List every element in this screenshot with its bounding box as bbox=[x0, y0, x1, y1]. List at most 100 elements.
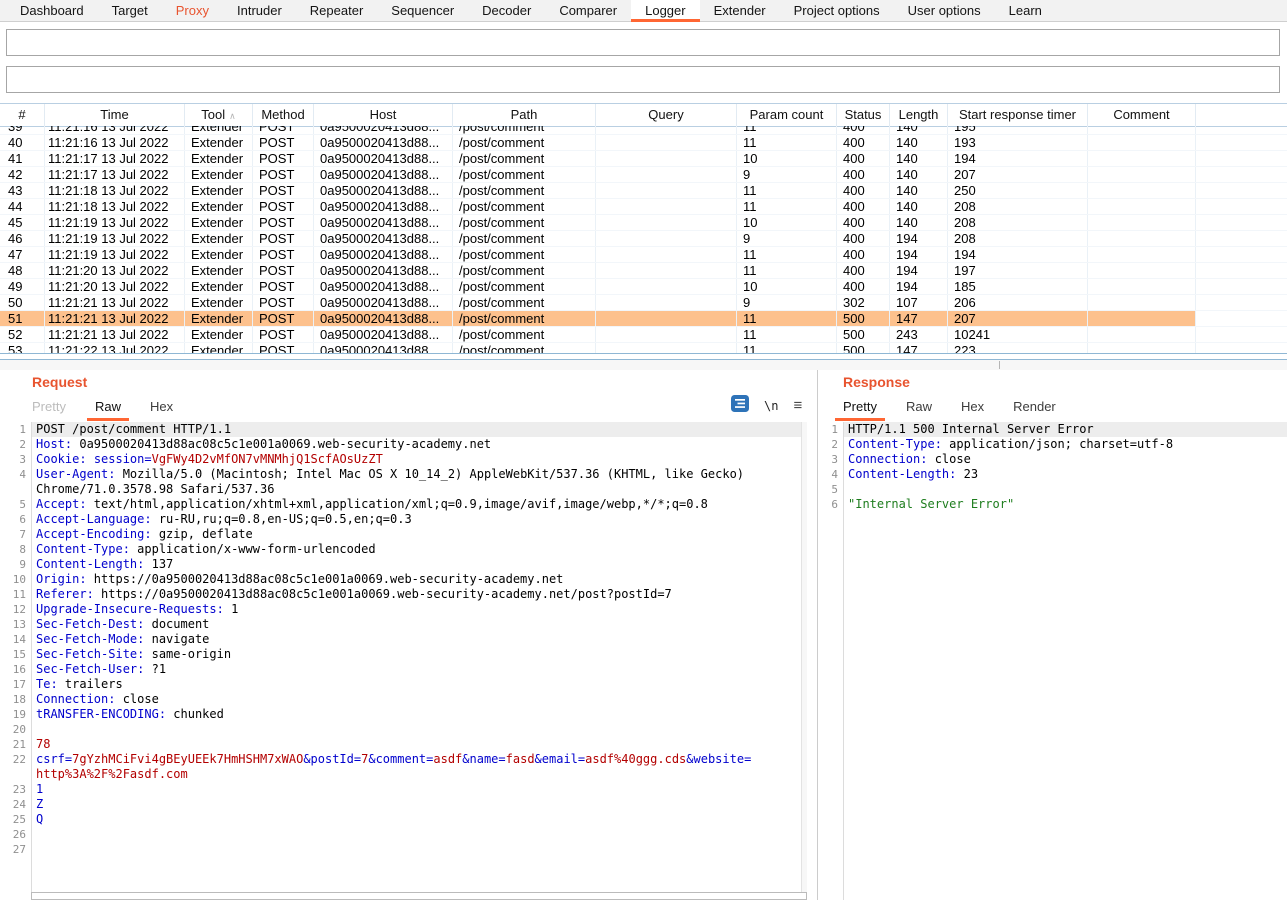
column-header-num[interactable]: # bbox=[0, 104, 45, 126]
column-header-status[interactable]: Status bbox=[837, 104, 890, 126]
cell-length: 147 bbox=[890, 311, 948, 326]
line-number: 19 bbox=[2, 707, 31, 722]
column-header-tool[interactable]: Tool∧ bbox=[185, 104, 253, 126]
line-number: 10 bbox=[2, 572, 31, 587]
table-row[interactable]: 4111:21:17 13 Jul 2022ExtenderPOST0a9500… bbox=[0, 151, 1287, 167]
menu-icon[interactable]: ≡ bbox=[793, 399, 802, 413]
line-number: 13 bbox=[2, 617, 31, 632]
response-editor[interactable]: 1HTTP/1.1 500 Internal Server Error2Cont… bbox=[814, 422, 1287, 512]
request-editor[interactable]: 1POST /post/comment HTTP/1.12Host: 0a950… bbox=[2, 422, 806, 857]
menu-tab-repeater[interactable]: Repeater bbox=[296, 0, 377, 21]
column-header-query[interactable]: Query bbox=[596, 104, 737, 126]
table-row[interactable]: 4011:21:16 13 Jul 2022ExtenderPOST0a9500… bbox=[0, 135, 1287, 151]
column-header-comment[interactable]: Comment bbox=[1088, 104, 1196, 126]
table-row[interactable]: 5211:21:21 13 Jul 2022ExtenderPOST0a9500… bbox=[0, 327, 1287, 343]
menu-tab-decoder[interactable]: Decoder bbox=[468, 0, 545, 21]
cell-num: 48 bbox=[0, 263, 45, 278]
menu-tab-sequencer[interactable]: Sequencer bbox=[377, 0, 468, 21]
request-hscrollbar[interactable] bbox=[31, 892, 807, 900]
cell-method: POST bbox=[253, 295, 314, 310]
request-tab-hex[interactable]: Hex bbox=[150, 400, 173, 419]
menu-tab-extender[interactable]: Extender bbox=[700, 0, 780, 21]
response-gutter-separator bbox=[843, 422, 844, 900]
menu-tab-user-options[interactable]: User options bbox=[894, 0, 995, 21]
response-tab-pretty[interactable]: Pretty bbox=[843, 400, 877, 419]
cell-tool: Extender bbox=[185, 247, 253, 262]
cell-length: 140 bbox=[890, 215, 948, 230]
menu-tab-logger[interactable]: Logger bbox=[631, 0, 699, 21]
cell-time: 11:21:18 13 Jul 2022 bbox=[45, 199, 185, 214]
cell-filler bbox=[1196, 215, 1287, 230]
line-number: 12 bbox=[2, 602, 31, 617]
response-tab-raw[interactable]: Raw bbox=[906, 400, 932, 419]
cell-timer: 208 bbox=[948, 231, 1088, 246]
line-number: 17 bbox=[2, 677, 31, 692]
cell-filler bbox=[1196, 167, 1287, 182]
column-header-length[interactable]: Length bbox=[890, 104, 948, 126]
table-row[interactable]: 4811:21:20 13 Jul 2022ExtenderPOST0a9500… bbox=[0, 263, 1287, 279]
cell-path: /post/comment bbox=[453, 126, 596, 134]
request-tab-pretty[interactable]: Pretty bbox=[32, 400, 66, 419]
table-row[interactable]: 4211:21:17 13 Jul 2022ExtenderPOST0a9500… bbox=[0, 167, 1287, 183]
cell-time: 11:21:19 13 Jul 2022 bbox=[45, 231, 185, 246]
cell-comment bbox=[1088, 279, 1196, 294]
cell-query bbox=[596, 263, 737, 278]
table-row[interactable]: 4411:21:18 13 Jul 2022ExtenderPOST0a9500… bbox=[0, 199, 1287, 215]
cell-tool: Extender bbox=[185, 126, 253, 134]
column-header-path[interactable]: Path bbox=[453, 104, 596, 126]
editor-line: 3Connection: close bbox=[814, 452, 1287, 467]
line-number: 4 bbox=[2, 467, 31, 497]
line-number: 7 bbox=[2, 527, 31, 542]
table-row[interactable]: 4511:21:19 13 Jul 2022ExtenderPOST0a9500… bbox=[0, 215, 1287, 231]
line-content: Z bbox=[31, 797, 752, 812]
menu-tab-comparer[interactable]: Comparer bbox=[545, 0, 631, 21]
column-header-time[interactable]: Time bbox=[45, 104, 185, 126]
table-row[interactable]: 5311:21:22 13 Jul 2022ExtenderPOST0a9500… bbox=[0, 343, 1287, 353]
table-row[interactable]: 4711:21:19 13 Jul 2022ExtenderPOST0a9500… bbox=[0, 247, 1287, 263]
newline-icon[interactable]: \n bbox=[764, 399, 778, 413]
table-row[interactable]: 5011:21:21 13 Jul 2022ExtenderPOST0a9500… bbox=[0, 295, 1287, 311]
response-tab-render[interactable]: Render bbox=[1013, 400, 1056, 419]
capture-filter-bar[interactable]: Capture filter: Logger memory limit set … bbox=[6, 29, 1280, 56]
menu-tab-proxy[interactable]: Proxy bbox=[162, 0, 223, 21]
log-table-header: #TimeTool∧MethodHostPathQueryParam count… bbox=[0, 103, 1287, 127]
log-table-hscrollbar[interactable] bbox=[0, 353, 1287, 360]
cell-params: 10 bbox=[737, 151, 837, 166]
cell-timer: 250 bbox=[948, 183, 1088, 198]
response-tab-hex[interactable]: Hex bbox=[961, 400, 984, 419]
cell-params: 11 bbox=[737, 327, 837, 342]
cell-timer: 206 bbox=[948, 295, 1088, 310]
panel-splitter-handle[interactable] bbox=[999, 361, 1000, 369]
cell-num: 52 bbox=[0, 327, 45, 342]
line-content: Content-Type: application/json; charset=… bbox=[843, 437, 1278, 452]
editor-line: 4User-Agent: Mozilla/5.0 (Macintosh; Int… bbox=[2, 467, 806, 497]
request-tab-raw[interactable]: Raw bbox=[95, 400, 121, 419]
column-header-timer[interactable]: Start response timer bbox=[948, 104, 1088, 126]
column-header-params[interactable]: Param count bbox=[737, 104, 837, 126]
menu-tab-project-options[interactable]: Project options bbox=[780, 0, 894, 21]
cell-path: /post/comment bbox=[453, 135, 596, 150]
column-header-method[interactable]: Method bbox=[253, 104, 314, 126]
table-row[interactable]: 3911:21:16 13 Jul 2022ExtenderPOST0a9500… bbox=[0, 126, 1287, 135]
menu-tab-intruder[interactable]: Intruder bbox=[223, 0, 296, 21]
request-vscrollbar[interactable] bbox=[801, 422, 807, 892]
column-header-host[interactable]: Host bbox=[314, 104, 453, 126]
line-content: Sec-Fetch-User: ?1 bbox=[31, 662, 752, 677]
view-filter-bar[interactable]: View filter: Showing all items bbox=[6, 66, 1280, 93]
column-header-filler bbox=[1196, 104, 1287, 126]
cell-length: 194 bbox=[890, 247, 948, 262]
menu-tab-learn[interactable]: Learn bbox=[995, 0, 1056, 21]
cell-status: 500 bbox=[837, 343, 890, 353]
table-row[interactable]: 4311:21:18 13 Jul 2022ExtenderPOST0a9500… bbox=[0, 183, 1287, 199]
cell-host: 0a9500020413d88... bbox=[314, 167, 453, 182]
log-table-body[interactable]: 3911:21:16 13 Jul 2022ExtenderPOST0a9500… bbox=[0, 126, 1287, 353]
menu-tab-target[interactable]: Target bbox=[98, 0, 162, 21]
pretty-print-icon[interactable] bbox=[731, 395, 749, 417]
cell-status: 400 bbox=[837, 231, 890, 246]
table-row[interactable]: 5111:21:21 13 Jul 2022ExtenderPOST0a9500… bbox=[0, 311, 1287, 327]
table-row[interactable]: 4611:21:19 13 Jul 2022ExtenderPOST0a9500… bbox=[0, 231, 1287, 247]
cell-comment bbox=[1088, 327, 1196, 342]
table-row[interactable]: 4911:21:20 13 Jul 2022ExtenderPOST0a9500… bbox=[0, 279, 1287, 295]
menu-tab-dashboard[interactable]: Dashboard bbox=[6, 0, 98, 21]
panel-splitter[interactable] bbox=[0, 360, 1287, 370]
